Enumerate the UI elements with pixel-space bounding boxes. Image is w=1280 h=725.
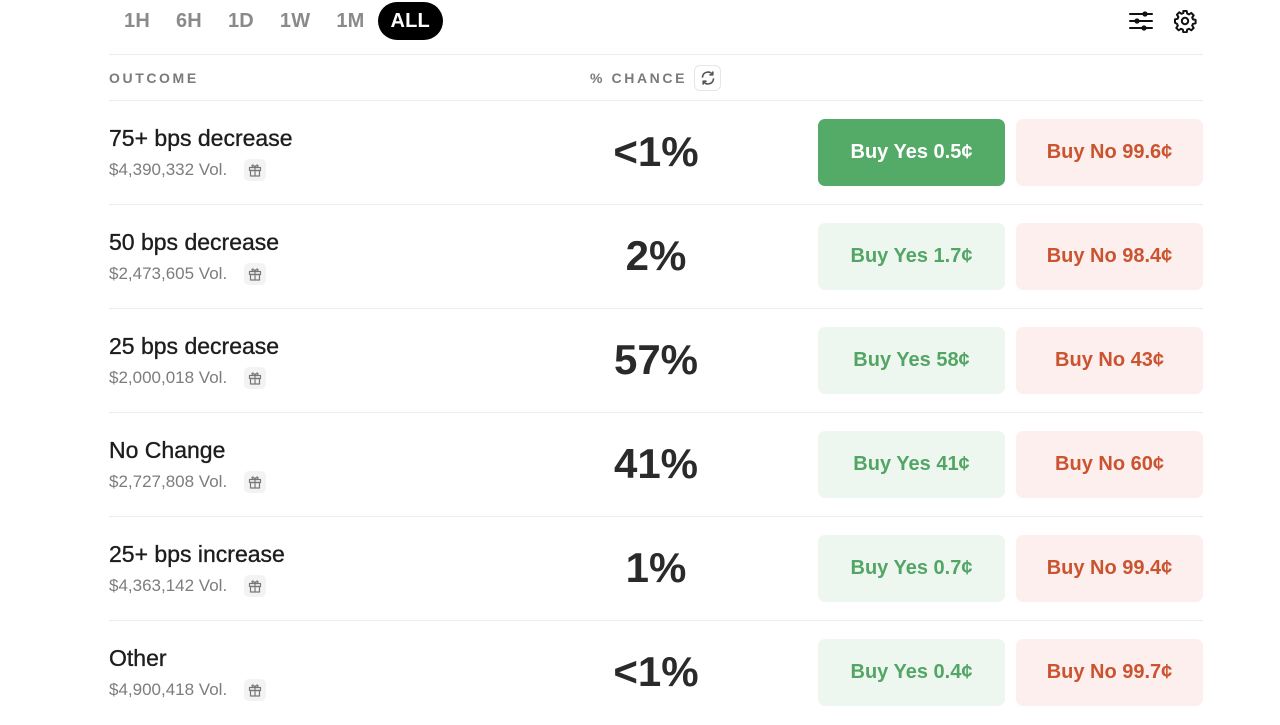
reward-button[interactable] [244, 159, 267, 181]
buy-no-button[interactable]: Buy No 43¢ [1016, 327, 1203, 394]
outcome-volume-line: $4,363,142 Vol. [109, 575, 267, 597]
outcome-volume: $4,363,142 Vol. [109, 576, 228, 595]
gift-icon [249, 580, 262, 593]
outcome-name: 25 bps decrease [109, 333, 280, 359]
buy-no-button[interactable]: Buy No 99.4¢ [1016, 535, 1203, 602]
filter-button[interactable] [1128, 8, 1154, 34]
range-1h[interactable]: 1H [110, 2, 163, 40]
buy-yes-button[interactable]: Buy Yes 41¢ [818, 431, 1005, 498]
outcome-chance: <1% [613, 648, 699, 695]
outcome-volume: $2,000,018 Vol. [109, 368, 228, 387]
refresh-icon [701, 71, 714, 85]
reward-button[interactable] [244, 679, 267, 701]
range-all[interactable]: ALL [377, 1, 443, 40]
gift-icon [249, 684, 262, 697]
buy-no-button[interactable]: Buy No 98.4¢ [1016, 223, 1203, 290]
reward-button[interactable] [244, 471, 267, 493]
sliders-icon [1129, 10, 1153, 31]
gift-icon [249, 164, 262, 177]
outcome-row[interactable]: 50 bps decrease $2,473,605 Vol. 2% Buy Y… [109, 205, 1203, 309]
buy-yes-button[interactable]: Buy Yes 0.7¢ [818, 535, 1005, 602]
buy-yes-button[interactable]: Buy Yes 0.4¢ [818, 639, 1005, 706]
outcome-volume-line: $4,390,332 Vol. [109, 159, 267, 181]
outcome-name: Other [109, 645, 167, 671]
outcome-row[interactable]: No Change $2,727,808 Vol. 41% Buy Yes 41… [109, 413, 1203, 517]
buy-no-button[interactable]: Buy No 99.7¢ [1016, 639, 1203, 706]
gift-icon [249, 372, 262, 385]
outcome-row[interactable]: 25+ bps increase $4,363,142 Vol. 1% Buy … [109, 517, 1203, 621]
outcome-volume: $4,390,332 Vol. [109, 160, 228, 179]
outcome-volume-line: $2,000,018 Vol. [109, 367, 267, 389]
refresh-button[interactable] [694, 65, 721, 91]
gift-icon [249, 476, 262, 489]
outcome-volume: $2,727,808 Vol. [109, 472, 228, 491]
table-header: OUTCOME % CHANCE [109, 55, 1203, 101]
time-range-selector: 1H 6H 1D 1W 1M ALL [110, 1, 443, 40]
range-6h[interactable]: 6H [163, 2, 215, 40]
chance-column-header: % CHANCE [590, 70, 688, 86]
settings-button[interactable] [1172, 8, 1198, 34]
outcome-column-header: OUTCOME [109, 70, 199, 86]
reward-button[interactable] [244, 263, 267, 285]
outcome-chance: 1% [625, 544, 687, 591]
buy-yes-button[interactable]: Buy Yes 0.5¢ [818, 119, 1005, 186]
outcome-volume-line: $2,473,605 Vol. [109, 263, 267, 285]
gift-icon [249, 268, 262, 281]
range-1d[interactable]: 1D [215, 2, 267, 40]
outcome-name: 25+ bps increase [109, 541, 285, 567]
buy-no-button[interactable]: Buy No 99.6¢ [1016, 119, 1203, 186]
outcome-row[interactable]: 75+ bps decrease $4,390,332 Vol. <1% Buy… [109, 101, 1203, 205]
outcome-volume: $4,900,418 Vol. [109, 680, 228, 699]
toolbar-actions [1128, 8, 1198, 34]
outcome-chance: <1% [613, 128, 699, 175]
gear-icon [1174, 9, 1197, 33]
reward-button[interactable] [244, 367, 267, 389]
outcome-name: 50 bps decrease [109, 229, 280, 255]
reward-button[interactable] [244, 575, 267, 597]
outcome-row[interactable]: 25 bps decrease $2,000,018 Vol. 57% Buy … [109, 309, 1203, 413]
outcome-name: No Change [109, 437, 226, 463]
top-toolbar: 1H 6H 1D 1W 1M ALL [109, 0, 1203, 55]
outcome-volume-line: $4,900,418 Vol. [109, 679, 267, 701]
outcome-volume-line: $2,727,808 Vol. [109, 471, 267, 493]
outcome-list: 75+ bps decrease $4,390,332 Vol. <1% Buy… [109, 101, 1203, 725]
outcome-chance: 57% [613, 336, 699, 383]
outcome-volume: $2,473,605 Vol. [109, 264, 228, 283]
outcome-row[interactable]: Other $4,900,418 Vol. <1% Buy Yes 0.4¢ B… [109, 621, 1203, 725]
outcome-chance: 2% [625, 232, 687, 279]
range-1w[interactable]: 1W [267, 2, 323, 40]
market-outcomes-panel: 1H 6H 1D 1W 1M ALL OUTCOME % CHANCE 75+ … [109, 0, 1203, 725]
outcome-chance: 41% [613, 440, 699, 487]
outcome-name: 75+ bps decrease [109, 125, 293, 151]
range-1m[interactable]: 1M [323, 2, 377, 40]
buy-yes-button[interactable]: Buy Yes 1.7¢ [818, 223, 1005, 290]
buy-yes-button[interactable]: Buy Yes 58¢ [818, 327, 1005, 394]
buy-no-button[interactable]: Buy No 60¢ [1016, 431, 1203, 498]
